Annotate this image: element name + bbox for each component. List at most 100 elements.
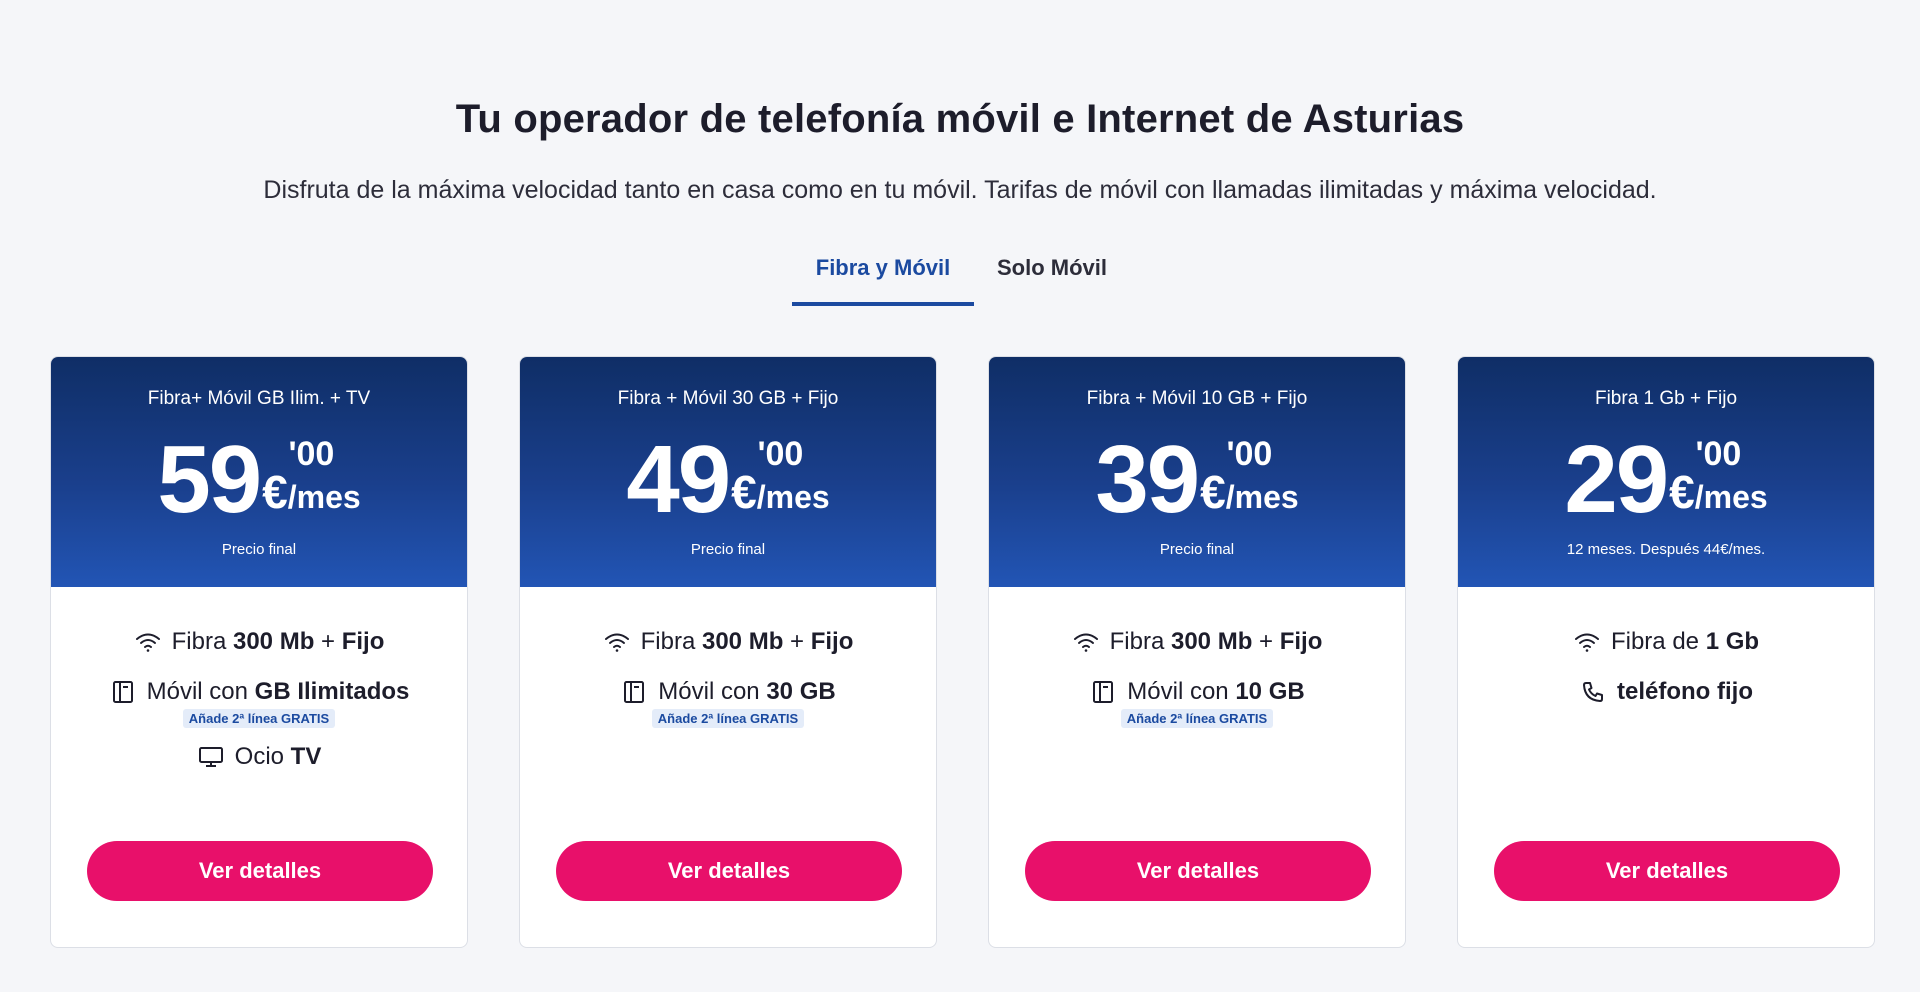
feature-text: Fibra 300 Mb + Fijo: [1110, 628, 1323, 656]
feature-text-bold: 30 GB: [766, 678, 836, 705]
feature-text-mid: +: [783, 628, 811, 655]
plan-card-header: Fibra 1 Gb + Fijo 29'00 €/mes 12 meses. Des…: [1458, 357, 1874, 587]
feature-text: Móvil con 30 GB: [658, 678, 835, 706]
feature-text-pre: Fibra: [1109, 628, 1171, 655]
feature-text-bold: teléfono fijo: [1617, 678, 1753, 705]
tv-icon: [197, 743, 225, 771]
feature-text-bold: 10 GB: [1235, 678, 1305, 705]
page-title: Tu operador de telefonía móvil e Interne…: [455, 96, 1465, 141]
feature-text: Móvil con 10 GB: [1127, 678, 1304, 706]
plan-tabs: Fibra y Móvil Solo Móvil: [792, 248, 1130, 306]
badge-row: Añade 2ª línea GRATIS: [989, 709, 1405, 728]
price-note: Precio final: [1159, 541, 1235, 558]
feature-text-mid: +: [1252, 628, 1280, 655]
feature-text-bold: 300 Mb: [232, 628, 315, 655]
plan-card-header: Fibra + Móvil 10 GB + Fijo 39'00 €/mes Prec…: [989, 357, 1405, 587]
feature-text-bold2: Fijo: [810, 628, 854, 655]
plan-card: Fibra + Móvil 30 GB + Fijo 49'00 €/mes Prec…: [519, 356, 937, 948]
feature-text-bold: TV: [290, 743, 322, 770]
price-period: /mes: [1694, 479, 1768, 515]
feature-item: Ocio TV: [51, 732, 467, 782]
feature-text-pre: Fibra de: [1610, 628, 1706, 655]
page-subtitle: Disfruta de la máxima velocidad tanto en…: [263, 176, 1657, 204]
price-unit: €/mes: [1669, 469, 1768, 516]
feature-text-pre: Ocio: [234, 743, 291, 770]
price-period: /mes: [756, 479, 830, 515]
plan-card: Fibra+ Móvil GB Ilim. + TV 59'00 €/mes Prec…: [50, 356, 468, 948]
feature-item: teléfono fijo: [1458, 667, 1874, 717]
feature-text-pre: Fibra: [171, 628, 233, 655]
feature-text-pre: Móvil con: [146, 678, 255, 705]
feature-list: Fibra 300 Mb + Fijo Móvil con GB Ilimitad…: [51, 617, 467, 782]
feature-text: Fibra de 1 Gb: [1611, 628, 1759, 656]
mobile-icon: [1089, 678, 1117, 706]
plan-card-header: Fibra + Móvil 30 GB + Fijo 49'00 €/mes Prec…: [520, 357, 936, 587]
plan-price: 59'00 €/mes: [51, 426, 467, 533]
plan-price: 49'00 €/mes: [520, 432, 936, 528]
plan-card-header: Fibra+ Móvil GB Ilim. + TV 59'00 €/mes Prec…: [51, 357, 467, 587]
plan-name: Fibra 1 Gb + Fijo: [1594, 388, 1738, 409]
plan-name: Fibra+ Móvil GB Ilim. + TV: [147, 388, 371, 409]
currency-symbol: €: [731, 466, 757, 518]
feature-text-bold2: Fijo: [341, 628, 385, 655]
ver-detalles-button[interactable]: Ver detalles: [556, 841, 902, 901]
badge-row: Añade 2ª línea GRATIS: [520, 709, 936, 728]
ver-detalles-button[interactable]: Ver detalles: [1025, 841, 1371, 901]
currency-symbol: €: [1200, 466, 1226, 518]
feature-text-pre: Fibra: [640, 628, 702, 655]
feature-text-pre: Móvil con: [1127, 678, 1236, 705]
feature-item: Fibra 300 Mb + Fijo: [51, 617, 467, 667]
feature-list: Fibra de 1 Gb teléfono fijo: [1458, 617, 1874, 717]
plan-card: Fibra + Móvil 10 GB + Fijo 39'00 €/mes Prec…: [988, 356, 1406, 948]
phone-icon: [1579, 678, 1607, 706]
feature-list: Fibra 300 Mb + Fijo Móvil con 30 GB Añade …: [520, 617, 936, 732]
price-unit: €/mes: [1200, 469, 1299, 516]
price-period: /mes: [1225, 479, 1299, 515]
currency-symbol: €: [1669, 466, 1695, 518]
feature-text: teléfono fijo: [1617, 678, 1753, 706]
tab-solo-movil[interactable]: Solo Móvil: [974, 248, 1130, 306]
mobile-icon: [620, 678, 648, 706]
feature-item: Fibra 300 Mb + Fijo: [520, 617, 936, 667]
feature-item: Fibra de 1 Gb: [1458, 617, 1874, 667]
feature-text: Fibra 300 Mb + Fijo: [641, 628, 854, 656]
second-line-badge: Añade 2ª línea GRATIS: [182, 709, 336, 728]
currency-symbol: €: [262, 466, 288, 518]
plan-card: Fibra 1 Gb + Fijo 29'00 €/mes 12 meses. Des…: [1457, 356, 1875, 948]
plan-name: Fibra + Móvil 30 GB + Fijo: [617, 388, 839, 409]
feature-text: Móvil con GB Ilimitados: [147, 678, 410, 706]
plan-price: 29'00 €/mes: [1458, 432, 1874, 528]
wifi-icon: [603, 628, 631, 656]
second-line-badge: Añade 2ª línea GRATIS: [1120, 709, 1274, 728]
badge-row: Añade 2ª línea GRATIS: [51, 709, 467, 728]
price-suffix: '00 €/mes: [1669, 435, 1768, 516]
wifi-icon: [1072, 628, 1100, 656]
ver-detalles-button[interactable]: Ver detalles: [87, 841, 433, 901]
feature-text-bold: 300 Mb: [701, 628, 784, 655]
price-suffix: '00 €/mes: [262, 435, 361, 516]
ver-detalles-button[interactable]: Ver detalles: [1494, 841, 1840, 901]
second-line-badge: Añade 2ª línea GRATIS: [651, 709, 805, 728]
price-suffix: '00 €/mes: [1200, 435, 1299, 516]
price-integer: 59: [157, 426, 262, 533]
feature-text-bold: 1 Gb: [1705, 628, 1760, 655]
price-note: Precio final: [221, 541, 297, 558]
price-period: /mes: [287, 479, 361, 515]
price-suffix: '00 €/mes: [731, 435, 830, 516]
feature-text-mid: +: [314, 628, 342, 655]
wifi-icon: [134, 628, 162, 656]
feature-text-bold: GB Ilimitados: [254, 678, 410, 705]
plan-name: Fibra + Móvil 10 GB + Fijo: [1086, 388, 1308, 409]
feature-text-bold: 300 Mb: [1170, 628, 1253, 655]
price-note: 12 meses. Después 44€/mes.: [1566, 541, 1766, 558]
price-unit: €/mes: [262, 469, 361, 516]
feature-item: Fibra 300 Mb + Fijo: [989, 617, 1405, 667]
tab-fibra-y-movil[interactable]: Fibra y Móvil: [792, 248, 974, 306]
price-note: Precio final: [690, 541, 766, 558]
feature-text: Fibra 300 Mb + Fijo: [172, 628, 385, 656]
feature-text-bold2: Fijo: [1279, 628, 1323, 655]
wifi-icon: [1573, 628, 1601, 656]
plan-price: 39'00 €/mes: [989, 426, 1405, 533]
price-unit: €/mes: [731, 469, 830, 516]
price-integer: 39: [1095, 426, 1200, 533]
